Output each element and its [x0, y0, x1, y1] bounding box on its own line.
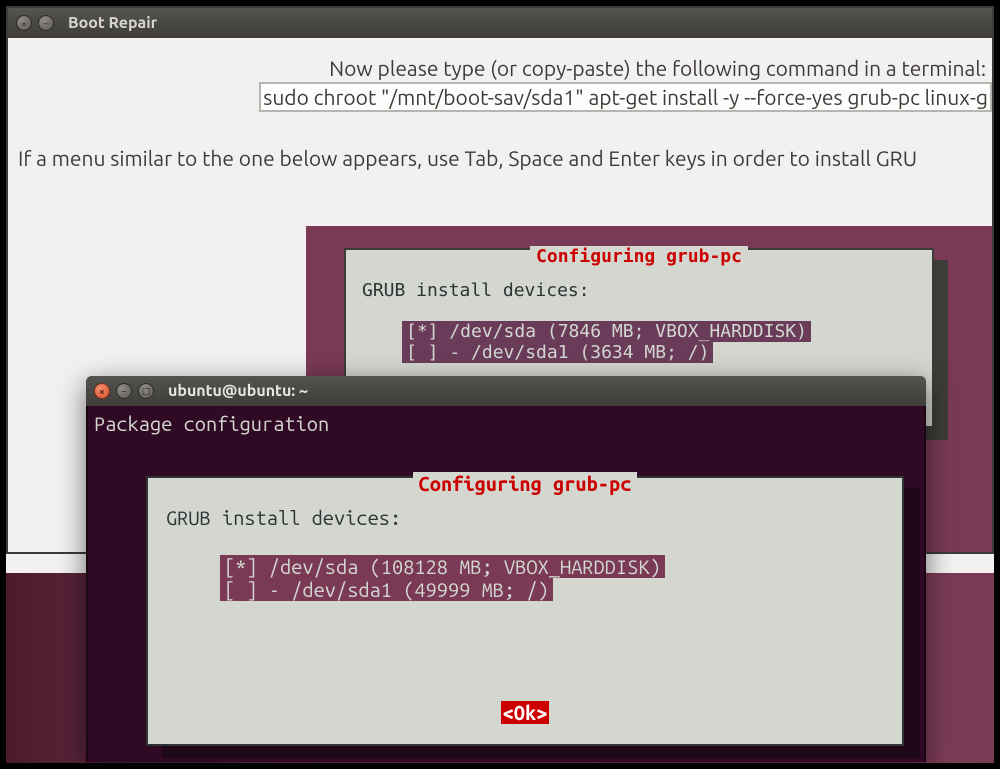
illustration-label: GRUB install devices: — [362, 280, 916, 301]
boot-repair-tab-hint: If a menu similar to the one below appea… — [8, 146, 992, 170]
illustration-device-sda1: [ ] - /dev/sda1 (3634 MB; /) — [402, 342, 713, 363]
terminal-title: ubuntu@ubuntu: ~ — [168, 382, 308, 400]
terminal-package-config-label: Package configuration — [88, 406, 924, 435]
close-icon[interactable]: × — [94, 383, 110, 399]
terminal-dialog: Configuring grub-pc GRUB install devices… — [146, 476, 904, 746]
device-option-sda[interactable]: [*] /dev/sda (108128 MB; VBOX_HARDDISK) — [220, 555, 665, 578]
terminal-titlebar[interactable]: × – □ ubuntu@ubuntu: ~ — [86, 376, 926, 406]
ok-button[interactable]: <Ok> — [501, 701, 550, 724]
boot-repair-instruction: Now please type (or copy-paste) the foll… — [8, 56, 992, 80]
terminal-body[interactable]: Package configuration Configuring grub-p… — [86, 406, 926, 762]
boot-repair-command-row: sudo chroot "/mnt/boot-sav/sda1" apt-get… — [8, 82, 992, 112]
minimize-icon[interactable]: – — [38, 15, 54, 31]
minimize-icon[interactable]: – — [116, 383, 132, 399]
boot-repair-title: Boot Repair — [68, 14, 157, 32]
terminal-dialog-label: GRUB install devices: — [166, 506, 884, 529]
boot-repair-titlebar[interactable]: × – Boot Repair — [8, 8, 992, 38]
illustration-device-sda: [*] /dev/sda (7846 MB; VBOX_HARDDISK) — [402, 321, 811, 342]
terminal-dialog-title-wrap: Configuring grub-pc — [148, 472, 902, 495]
illustration-title-wrap: Configuring grub-pc — [346, 246, 932, 267]
boot-repair-command-input[interactable]: sudo chroot "/mnt/boot-sav/sda1" apt-get… — [259, 82, 992, 112]
terminal-dialog-devices[interactable]: [*] /dev/sda (108128 MB; VBOX_HARDDISK) … — [220, 555, 884, 601]
close-icon[interactable]: × — [16, 15, 32, 31]
illustration-devices: [*] /dev/sda (7846 MB; VBOX_HARDDISK) [ … — [402, 321, 916, 363]
terminal-ok-wrap: <Ok> — [148, 701, 902, 724]
device-option-sda1[interactable]: [ ] - /dev/sda1 (49999 MB; /) — [220, 578, 553, 601]
terminal-window: × – □ ubuntu@ubuntu: ~ Package configura… — [86, 376, 926, 762]
illustration-title: Configuring grub-pc — [530, 246, 748, 267]
maximize-icon[interactable]: □ — [138, 383, 154, 399]
terminal-dialog-title: Configuring grub-pc — [413, 472, 638, 495]
